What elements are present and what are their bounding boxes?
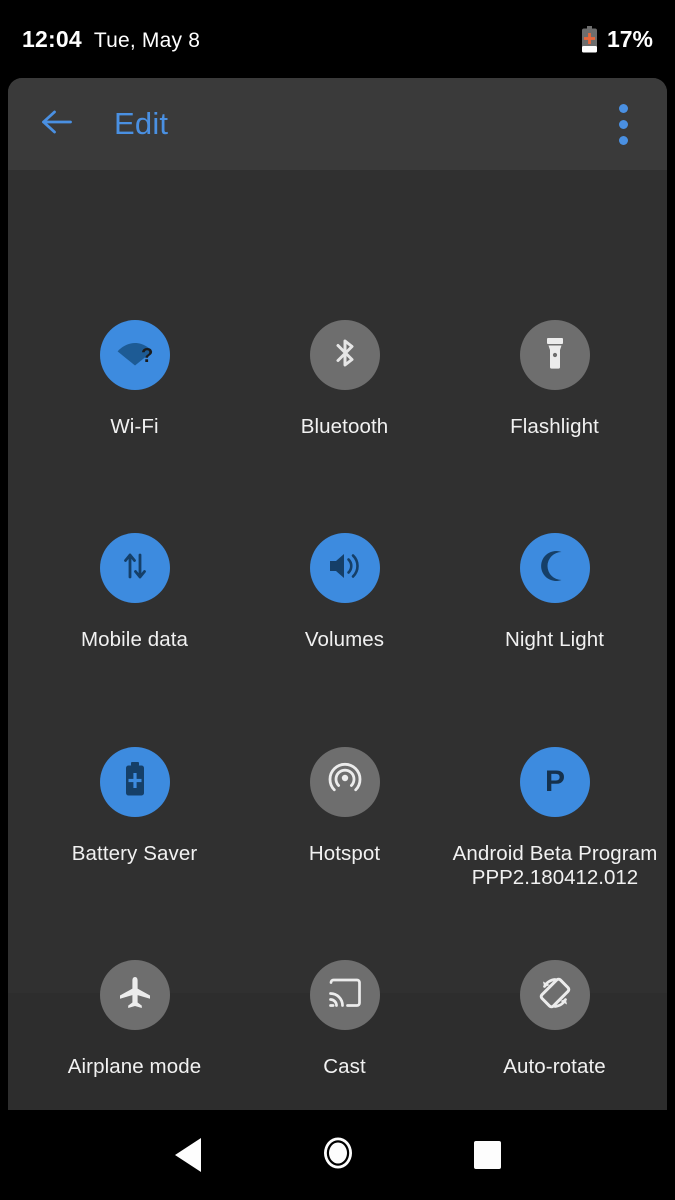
more-vertical-icon-dot3 <box>618 135 628 145</box>
status-bar-date: Tue, May 8 <box>93 28 201 52</box>
circle-home-icon <box>318 1133 358 1178</box>
tile-icon-wrapper <box>519 533 590 603</box>
tile-flashlight[interactable]: Flashlight <box>445 320 664 439</box>
edit-toolbar: Edit <box>8 78 667 170</box>
tile-battery-saver[interactable]: Battery Saver <box>25 747 244 866</box>
more-vertical-icon-dot2 <box>618 119 628 129</box>
phone-screen: 12:04 Tue, May 8 17% Edit ? Wi-Fi Blueto… <box>0 0 675 1200</box>
tile-icon-wrapper <box>519 320 590 390</box>
tile-icon-wrapper: ? <box>99 320 170 390</box>
tile-label: Wi-Fi <box>110 415 159 438</box>
battery-plus-icon <box>120 760 150 805</box>
tile-icon-wrapper <box>309 960 380 1030</box>
page-title: Edit <box>114 106 169 141</box>
wifi-tethering-icon <box>325 760 365 805</box>
quick-settings-tile-grid: ? Wi-Fi Bluetooth Flashlight Mobile data… <box>8 170 667 1110</box>
tile-bluetooth[interactable]: Bluetooth <box>235 320 454 439</box>
tile-mobile-data[interactable]: Mobile data <box>25 533 244 652</box>
tile-label: Volumes <box>304 628 385 651</box>
status-bar-left: 12:04 Tue, May 8 <box>22 26 200 53</box>
svg-text:P: P <box>545 765 565 798</box>
tile-night-light[interactable]: Night Light <box>445 533 664 652</box>
tile-android-beta-program[interactable]: P Android Beta Program PPP2.180412.012 <box>410 747 667 890</box>
status-bar: 12:04 Tue, May 8 17% <box>0 0 675 78</box>
tile-cast[interactable]: Cast <box>235 960 454 1079</box>
airplane-icon <box>116 974 154 1017</box>
screen-rotation-icon <box>535 973 575 1018</box>
tile-icon-wrapper <box>309 533 380 603</box>
tile-label: Mobile data <box>80 628 189 651</box>
more-vertical-icon <box>618 103 628 113</box>
tile-label: Hotspot <box>308 842 381 865</box>
tile-icon-wrapper <box>309 747 380 817</box>
beta-p-icon: P <box>537 760 573 805</box>
tile-label: Battery Saver <box>71 842 198 865</box>
tile-label: Airplane mode <box>67 1055 202 1078</box>
square-recents-icon <box>474 1141 501 1169</box>
triangle-back-icon <box>174 1138 201 1172</box>
tile-label: Bluetooth <box>300 415 389 438</box>
flashlight-icon <box>537 334 573 377</box>
tile-auto-rotate[interactable]: Auto-rotate <box>445 960 664 1079</box>
back-button[interactable] <box>26 93 88 155</box>
tile-icon-wrapper <box>519 960 590 1030</box>
tile-airplane-mode[interactable]: Airplane mode <box>25 960 244 1079</box>
nav-home-button[interactable] <box>263 1110 413 1200</box>
tile-label: Auto-rotate <box>503 1055 606 1078</box>
status-bar-clock: 12:04 <box>22 25 82 52</box>
moon-icon <box>536 547 574 590</box>
battery-percent-label: 17% <box>606 25 653 52</box>
tile-label: Cast <box>323 1055 366 1078</box>
data-transfer-icon <box>117 547 153 590</box>
bluetooth-icon <box>326 334 364 377</box>
tile-icon-wrapper <box>99 533 170 603</box>
nav-recents-button[interactable] <box>413 1110 563 1200</box>
status-bar-right: 17% <box>581 25 653 53</box>
tile-label: Android Beta Program <box>452 842 658 865</box>
overflow-menu-button[interactable] <box>601 93 645 155</box>
navigation-bar <box>0 1110 675 1200</box>
cast-icon <box>326 976 364 1015</box>
arrow-left-icon <box>40 107 74 142</box>
tile-icon-wrapper <box>309 320 380 390</box>
tile-icon-wrapper: P <box>520 747 590 817</box>
quick-settings-edit-panel: Edit ? Wi-Fi Bluetooth Flashlight Mobile… <box>8 78 667 1110</box>
nav-back-button[interactable] <box>113 1110 263 1200</box>
tile-sublabel: PPP2.180412.012 <box>471 866 639 890</box>
wifi-question-icon: ? <box>114 332 156 379</box>
tile-wifi[interactable]: ? Wi-Fi <box>25 320 244 439</box>
volume-up-icon <box>325 547 365 590</box>
battery-saver-icon <box>581 25 598 53</box>
tile-volumes[interactable]: Volumes <box>235 533 454 652</box>
tile-icon-wrapper <box>99 960 170 1030</box>
tile-label: Flashlight <box>510 415 599 438</box>
tile-icon-wrapper <box>99 747 170 817</box>
svg-text:?: ? <box>141 345 153 367</box>
tile-label: Night Light <box>504 628 605 651</box>
